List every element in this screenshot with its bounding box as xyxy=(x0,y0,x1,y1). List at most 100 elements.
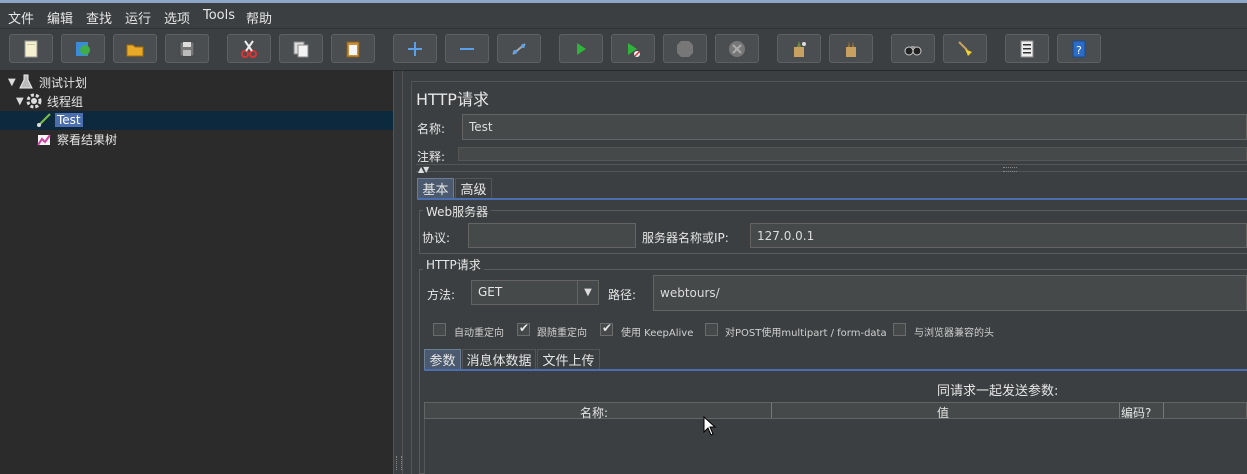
templates-button[interactable] xyxy=(61,34,105,63)
keepalive-label: 使用 KeepAlive xyxy=(621,328,694,339)
page-title: HTTP请求 xyxy=(416,90,489,109)
menu-options[interactable]: 选项 xyxy=(164,8,190,27)
menu-run[interactable]: 运行 xyxy=(125,8,151,27)
copy-button[interactable] xyxy=(279,34,323,63)
chevron-down-icon[interactable]: ▼ xyxy=(577,281,598,304)
toolbar: ? xyxy=(0,29,1247,71)
column-divider[interactable] xyxy=(1163,403,1164,418)
paste-icon xyxy=(346,41,360,57)
protocol-label: 协议: xyxy=(422,231,451,245)
collapse-icon xyxy=(460,47,474,50)
stop-icon xyxy=(677,40,693,57)
cut-button[interactable] xyxy=(227,34,271,63)
svg-text:?: ? xyxy=(1076,44,1082,57)
templates-icon xyxy=(76,41,90,56)
start-no-pause-icon xyxy=(628,42,640,57)
reset-search-button[interactable] xyxy=(943,34,987,63)
reset-search-icon xyxy=(958,40,972,56)
http-request-title: HTTP请求 xyxy=(423,256,484,273)
expand-all-button[interactable] xyxy=(393,34,437,63)
check-icon: ✔ xyxy=(602,321,613,335)
shutdown-icon xyxy=(729,40,745,57)
params-table-body[interactable] xyxy=(424,419,1247,474)
help-icon: ? xyxy=(1072,40,1086,57)
menu-file[interactable]: 文件 xyxy=(8,8,34,27)
test-plan-icon xyxy=(18,74,34,90)
tab-underline xyxy=(417,198,1247,200)
menu-help[interactable]: 帮助 xyxy=(246,8,272,27)
server-label: 服务器名称或IP: xyxy=(642,231,729,245)
stop-button[interactable] xyxy=(663,34,707,63)
tab-file-upload[interactable]: 文件上传 xyxy=(537,349,600,369)
auto-redirect-checkbox[interactable] xyxy=(433,323,446,336)
new-icon xyxy=(24,40,38,57)
clear-all-icon xyxy=(846,40,856,57)
column-divider[interactable] xyxy=(771,403,772,418)
open-button[interactable] xyxy=(113,34,157,63)
tab-advanced[interactable]: 高级 xyxy=(455,178,492,198)
copy-icon xyxy=(293,41,309,57)
path-input[interactable] xyxy=(653,275,1247,311)
clear-icon xyxy=(794,40,806,57)
browser-headers-checkbox[interactable] xyxy=(893,323,906,336)
params-table-header: 名称: 值 编码? xyxy=(424,402,1247,420)
toggle-button[interactable] xyxy=(497,34,541,63)
save-button[interactable] xyxy=(165,34,209,63)
start-no-pause-button[interactable] xyxy=(611,34,655,63)
collapse-arrows-icon[interactable]: ▲▼ xyxy=(418,165,429,174)
follow-redirect-checkbox[interactable]: ✔ xyxy=(517,321,530,336)
http-request-panel: HTTP请求 名称: 注释: ▲▼ 基本 高级 Web服务器 协议: 服务器名称… xyxy=(403,71,1247,474)
method-select[interactable]: GET ▼ xyxy=(471,280,599,305)
path-label: 路径: xyxy=(608,288,637,302)
thread-group-icon xyxy=(26,93,42,109)
name-input[interactable] xyxy=(462,114,1247,140)
comment-divider[interactable] xyxy=(416,164,1247,172)
protocol-input[interactable] xyxy=(468,223,636,248)
paste-button[interactable] xyxy=(331,34,375,63)
name-label: 名称: xyxy=(417,122,446,136)
divider-grip-icon[interactable] xyxy=(1003,167,1017,172)
expanded-arrow-icon[interactable]: ▼ xyxy=(16,96,26,107)
clear-button[interactable] xyxy=(777,34,821,63)
tree-panel-splitter[interactable] xyxy=(393,71,403,474)
clear-all-button[interactable] xyxy=(829,34,873,63)
sub-tab-underline xyxy=(424,369,1247,371)
auto-redirect-label: 自动重定向 xyxy=(454,328,504,339)
menu-tools[interactable]: Tools xyxy=(203,8,235,23)
toggle-icon xyxy=(512,42,526,55)
test-plan-tree: ▼ 测试计划 ▼ 线程组 Test 察看结果树 xyxy=(0,71,393,474)
tree-item-result-tree[interactable]: 察看结果树 xyxy=(36,130,119,148)
tab-parameters[interactable]: 参数 xyxy=(424,349,461,369)
menu-search[interactable]: 查找 xyxy=(86,8,112,27)
comment-label: 注释: xyxy=(417,150,446,164)
multipart-label: 对POST使用multipart / form-data xyxy=(725,328,887,339)
splitter-grip-icon[interactable] xyxy=(396,456,402,470)
server-input[interactable] xyxy=(750,223,1247,248)
expanded-arrow-icon[interactable]: ▼ xyxy=(8,77,18,88)
menu-bar: 文件 编辑 查找 运行 选项 Tools 帮助 xyxy=(0,3,1247,29)
mouse-cursor-icon xyxy=(703,416,717,436)
collapse-all-button[interactable] xyxy=(445,34,489,63)
help-button[interactable]: ? xyxy=(1057,34,1101,63)
cut-icon xyxy=(241,39,257,58)
multipart-checkbox[interactable] xyxy=(705,323,718,336)
function-helper-button[interactable] xyxy=(1005,34,1049,63)
search-icon xyxy=(904,45,922,55)
tab-body-data[interactable]: 消息体数据 xyxy=(462,349,536,369)
tree-item-thread-group[interactable]: ▼ 线程组 xyxy=(16,92,85,110)
shutdown-button[interactable] xyxy=(715,34,759,63)
comment-input[interactable] xyxy=(458,147,1247,161)
column-divider[interactable] xyxy=(1119,403,1120,418)
tab-basic[interactable]: 基本 xyxy=(417,178,454,198)
menu-edit[interactable]: 编辑 xyxy=(47,8,73,27)
start-icon xyxy=(577,42,586,55)
follow-redirect-label: 跟随重定向 xyxy=(537,328,587,339)
tree-item-test-plan[interactable]: ▼ 测试计划 xyxy=(8,73,89,91)
new-button[interactable] xyxy=(9,34,53,63)
tree-item-http-request[interactable]: Test xyxy=(36,111,83,129)
save-icon xyxy=(179,41,195,56)
search-button[interactable] xyxy=(891,34,935,63)
method-label: 方法: xyxy=(427,288,456,302)
start-button[interactable] xyxy=(559,34,603,63)
keepalive-checkbox[interactable]: ✔ xyxy=(600,321,613,336)
